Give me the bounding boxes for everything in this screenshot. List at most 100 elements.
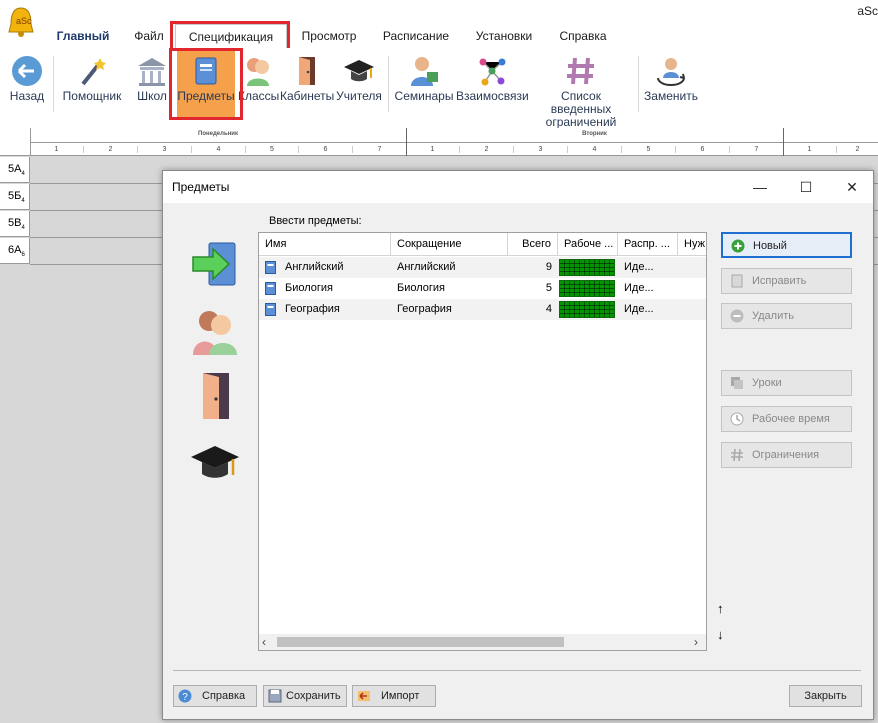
question-icon: ? xyxy=(178,689,192,703)
svg-text:?: ? xyxy=(182,692,188,703)
school-button[interactable]: Школ xyxy=(132,48,172,120)
classroom-door-icon xyxy=(203,373,229,419)
column-header-name[interactable]: Имя xyxy=(259,233,391,256)
column-header-total[interactable]: Всего xyxy=(508,233,558,256)
footer-divider xyxy=(173,670,861,671)
relations-button[interactable]: Взаимосвязи xyxy=(456,48,529,120)
class-row-5v[interactable]: 5В4 xyxy=(0,211,30,237)
back-arrow-icon xyxy=(12,56,42,86)
import-button[interactable]: Импорт xyxy=(352,685,436,707)
subject-total: 9 xyxy=(545,261,552,273)
menu-tabs: Главный Файл Спецификация Просмотр Распи… xyxy=(0,24,878,48)
subject-icon xyxy=(265,282,276,295)
subjects-dialog: Предметы — ☐ ✕ Ввести предметы: Имя Сокр… xyxy=(162,170,874,720)
subject-arrow-icon xyxy=(192,242,236,286)
lessons-icon xyxy=(731,377,743,389)
subject-icon xyxy=(265,303,276,316)
tab-file[interactable]: Файл xyxy=(126,24,172,48)
worktime-cells xyxy=(559,259,615,276)
dialog-title: Предметы xyxy=(172,180,230,194)
graduation-cap-icon xyxy=(344,60,374,82)
app-title: aSc xyxy=(857,4,878,18)
subject-icon xyxy=(265,261,276,274)
edit-button[interactable]: Исправить xyxy=(721,268,852,294)
tab-settings[interactable]: Установки xyxy=(466,24,542,48)
hashtag-icon xyxy=(567,57,594,85)
maximize-button[interactable]: ☐ xyxy=(783,171,829,203)
tab-main[interactable]: Главный xyxy=(48,24,118,48)
column-header-distribution[interactable]: Распр. ... xyxy=(618,233,678,256)
substitute-person-icon xyxy=(657,58,685,86)
subjects-table[interactable]: Имя Сокращение Всего Рабоче ... Распр. .… xyxy=(258,232,707,651)
table-row[interactable]: География География 4 Иде... xyxy=(259,299,706,320)
scroll-thumb[interactable] xyxy=(277,637,564,647)
magic-wand-icon xyxy=(81,58,106,86)
seminar-person-icon xyxy=(411,57,438,86)
constraints-list-button[interactable]: Список введенных ограничений xyxy=(530,48,632,129)
minimize-button[interactable]: — xyxy=(737,171,783,203)
minus-circle-icon xyxy=(730,309,744,323)
network-nodes-icon xyxy=(479,58,506,86)
close-window-button[interactable]: ✕ xyxy=(829,171,875,203)
subject-distribution: Иде... xyxy=(624,261,654,273)
subject-name: Английский xyxy=(285,261,344,273)
highlight-subjects xyxy=(169,48,243,120)
class-row-5b[interactable]: 5Б4 xyxy=(0,184,30,210)
column-header-short[interactable]: Сокращение xyxy=(391,233,508,256)
clock-icon xyxy=(730,412,744,426)
scroll-left-icon[interactable]: ‹ xyxy=(262,635,266,649)
subject-short: География xyxy=(397,303,452,315)
subject-distribution: Иде... xyxy=(624,303,654,315)
teachers-button[interactable]: Учителя xyxy=(335,48,383,120)
tab-view[interactable]: Просмотр xyxy=(294,24,364,48)
substitute-button[interactable]: Заменить xyxy=(642,48,700,120)
lessons-button[interactable]: Уроки xyxy=(721,370,852,396)
save-button[interactable]: Сохранить xyxy=(263,685,347,707)
horizontal-scrollbar[interactable]: ‹ › xyxy=(259,634,706,650)
worktime-cells xyxy=(559,301,615,318)
wizard-button[interactable]: Помощник xyxy=(59,48,125,120)
subject-short: Биология xyxy=(397,282,446,294)
plus-circle-icon xyxy=(731,239,745,253)
back-button[interactable]: Назад xyxy=(4,48,50,120)
subject-name: Биология xyxy=(285,282,334,294)
subject-distribution: Иде... xyxy=(624,282,654,294)
ribbon-toolbar: Назад Помощник Школ Предметы Классы Каби… xyxy=(0,48,878,129)
move-up-icon[interactable]: ↑ xyxy=(717,601,724,616)
day-header: Вторник xyxy=(582,131,607,137)
constraints-button[interactable]: Ограничения xyxy=(721,442,852,468)
dialog-titlebar: Предметы — ☐ ✕ xyxy=(163,171,873,203)
subject-short: Английский xyxy=(397,261,456,273)
tab-timetable[interactable]: Расписание xyxy=(376,24,456,48)
classes-button[interactable]: Классы xyxy=(238,48,279,120)
subject-total: 5 xyxy=(545,282,552,294)
classrooms-button[interactable]: Кабинеты xyxy=(280,48,334,120)
subject-total: 4 xyxy=(545,303,552,315)
class-row-5a[interactable]: 5А4 xyxy=(0,157,30,183)
worktime-button[interactable]: Рабочее время xyxy=(721,406,852,432)
subject-name: География xyxy=(285,303,340,315)
close-button[interactable]: Закрыть xyxy=(789,685,862,707)
door-icon xyxy=(299,57,315,85)
scroll-right-icon[interactable]: › xyxy=(694,635,698,649)
delete-button[interactable]: Удалить xyxy=(721,303,852,329)
move-down-icon[interactable]: ↓ xyxy=(717,627,724,642)
classes-people-icon xyxy=(193,311,237,355)
table-row[interactable]: Биология Биология 5 Иде... xyxy=(259,278,706,299)
table-row[interactable]: Английский Английский 9 Иде... xyxy=(259,257,706,278)
worktime-cells xyxy=(559,280,615,297)
seminars-button[interactable]: Семинары xyxy=(393,48,455,120)
import-icon xyxy=(358,691,370,701)
section-label: Ввести предметы: xyxy=(269,215,362,227)
school-building-icon xyxy=(138,58,166,86)
teacher-cap-icon xyxy=(191,446,239,478)
save-disk-icon xyxy=(268,689,282,703)
class-row-6a[interactable]: 6А6 xyxy=(0,238,30,264)
class-people-icon xyxy=(247,58,269,86)
new-button[interactable]: Новый xyxy=(721,232,852,258)
column-header-needed[interactable]: Нуж xyxy=(678,233,706,256)
column-header-worktime[interactable]: Рабоче ... xyxy=(558,233,618,256)
help-button[interactable]: ? Справка xyxy=(173,685,257,707)
tab-help[interactable]: Справка xyxy=(553,24,613,48)
day-header: Понедельник xyxy=(198,131,238,137)
